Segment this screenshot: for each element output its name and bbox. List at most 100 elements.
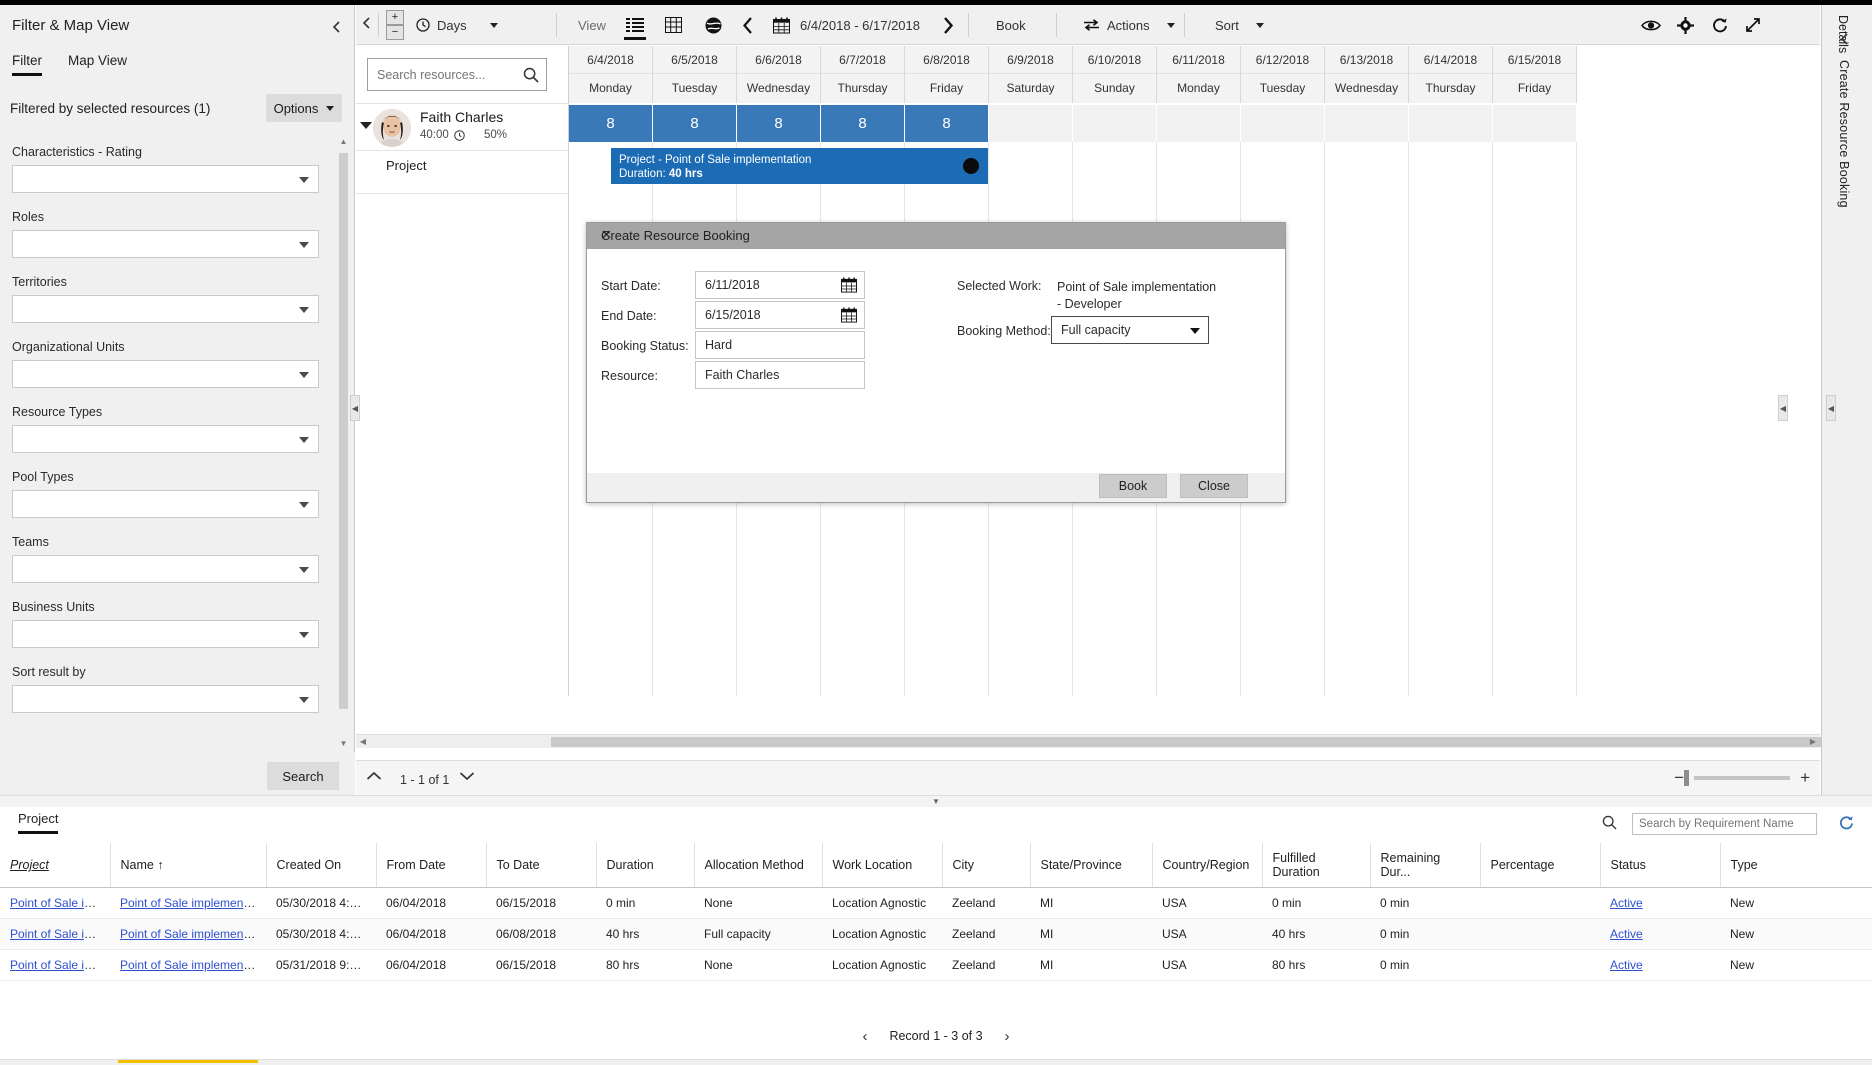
table-row[interactable]: Point of Sale im... Point of Sale impleme… (0, 949, 1872, 981)
options-button[interactable]: Options (266, 94, 342, 122)
capacity-cell[interactable] (1493, 105, 1577, 142)
timeline-zoom-control[interactable]: − + (1674, 769, 1810, 786)
zoom-slider-knob[interactable] (1684, 770, 1690, 786)
table-cell-name[interactable]: Point of Sale implementation (110, 887, 266, 919)
scale-selector[interactable]: Days (412, 5, 502, 45)
capacity-cell[interactable]: 8 (737, 105, 821, 142)
capacity-cell[interactable]: 8 (653, 105, 737, 142)
column-header[interactable]: From Date (376, 843, 487, 888)
grid-cell[interactable] (1409, 142, 1493, 696)
grid-cell[interactable] (1325, 142, 1409, 696)
capacity-cell[interactable]: 8 (569, 105, 653, 142)
filter-field-select[interactable] (12, 165, 319, 193)
prev-period-button[interactable] (731, 5, 765, 45)
board-resize-grip[interactable]: ◀ (1778, 395, 1788, 421)
cell-link[interactable]: Point of Sale implementation (120, 896, 266, 910)
table-cell-status[interactable]: Active (1600, 949, 1720, 981)
actions-menu[interactable]: Actions (1079, 5, 1179, 45)
filter-field-select[interactable] (12, 555, 319, 583)
filter-field-select[interactable] (12, 425, 319, 453)
table-row[interactable]: Point of Sale im... Point of Sale impleme… (0, 918, 1872, 950)
grid-cell[interactable] (1493, 142, 1577, 696)
cell-link[interactable]: Point of Sale im... (10, 958, 104, 972)
column-header[interactable]: Type (1720, 843, 1872, 888)
table-cell-name[interactable]: Point of Sale implementatio... (110, 949, 266, 981)
table-cell-status[interactable]: Active (1600, 887, 1720, 919)
column-header[interactable]: Allocation Method (694, 843, 823, 888)
table-cell-name[interactable]: Point of Sale implementatio... (110, 918, 266, 950)
capacity-cell[interactable] (1073, 105, 1157, 142)
column-header[interactable]: Work Location (822, 843, 943, 888)
tab-map-view[interactable]: Map View (68, 53, 127, 76)
refresh-icon[interactable] (1702, 5, 1736, 45)
page-down-icon[interactable] (459, 771, 481, 791)
list-view-icon[interactable] (618, 5, 652, 45)
hscroll-thumb[interactable] (551, 737, 1872, 747)
date-range-label[interactable]: 6/4/2018 - 6/17/2018 (796, 5, 924, 45)
grid-view-icon[interactable] (656, 5, 690, 45)
gear-icon[interactable] (1668, 5, 1702, 45)
scroll-down-icon[interactable]: ▼ (339, 737, 348, 751)
calendar-icon[interactable] (764, 5, 798, 45)
tab-filter[interactable]: Filter (12, 53, 42, 76)
close-button[interactable]: Close (1180, 474, 1248, 498)
left-panel-resize-grip[interactable]: ◀ (350, 395, 360, 421)
filter-field-select[interactable] (12, 620, 319, 648)
horizontal-splitter[interactable]: ▼ (0, 795, 1872, 807)
column-header[interactable]: Created On (266, 843, 377, 888)
column-header[interactable]: Status (1600, 843, 1721, 888)
zoom-in-icon[interactable]: + (1800, 769, 1810, 786)
zoom-stepper[interactable]: + − (386, 10, 406, 42)
cell-link[interactable]: Active (1610, 958, 1643, 972)
capacity-cell[interactable] (1157, 105, 1241, 142)
capacity-cell[interactable] (1325, 105, 1409, 142)
booking-status-input[interactable]: Hard (695, 331, 865, 359)
scroll-up-icon[interactable]: ▲ (339, 135, 348, 149)
next-period-button[interactable] (931, 5, 965, 45)
zoom-slider-track[interactable] (1684, 770, 1791, 786)
zoom-in-button[interactable]: + (386, 10, 404, 25)
search-icon[interactable] (1602, 815, 1617, 830)
filter-field-select[interactable] (12, 360, 319, 388)
tab-project[interactable]: Project (18, 811, 59, 834)
cell-link[interactable]: Active (1610, 896, 1643, 910)
cell-link[interactable]: Point of Sale implementatio... (120, 958, 266, 972)
table-cell-project[interactable]: Point of Sale im... (0, 949, 110, 981)
filter-field-select[interactable] (12, 490, 319, 518)
book-button[interactable]: Book (992, 5, 1030, 45)
book-button[interactable]: Book (1099, 474, 1167, 498)
booking-bar[interactable]: Project - Point of Sale implementation D… (611, 148, 988, 184)
resource-sub-row[interactable]: Project (356, 152, 568, 194)
column-header[interactable]: State/Province (1030, 843, 1153, 888)
collapse-filter-panel-icon[interactable] (328, 19, 344, 35)
sort-menu[interactable]: Sort (1211, 5, 1268, 45)
column-header[interactable]: City (942, 843, 1031, 888)
expand-resource-icon[interactable] (360, 122, 372, 129)
capacity-cell[interactable] (1241, 105, 1325, 142)
table-cell-project[interactable]: Point of Sale im... (0, 918, 110, 950)
refresh-icon[interactable] (1838, 815, 1854, 831)
hscroll-right-icon[interactable]: ▶ (1806, 735, 1820, 748)
scrollbar-thumb[interactable] (339, 153, 348, 709)
filter-field-select[interactable] (12, 295, 319, 323)
column-header[interactable]: Percentage (1480, 843, 1601, 888)
resource-input[interactable]: Faith Charles (695, 361, 865, 389)
table-cell-status[interactable]: Active (1600, 918, 1720, 950)
resource-search-box[interactable] (367, 58, 547, 91)
requirement-search-input[interactable] (1633, 814, 1813, 834)
column-header[interactable]: Remaining Dur... (1370, 843, 1481, 888)
end-date-input[interactable]: 6/15/2018 (695, 301, 865, 329)
column-header[interactable]: Country/Region (1152, 843, 1263, 888)
start-date-input[interactable]: 6/11/2018 (695, 271, 865, 299)
table-cell-project[interactable]: Point of Sale im... (0, 887, 110, 919)
cell-link[interactable]: Point of Sale im... (10, 896, 104, 910)
booking-method-select[interactable]: Full capacity (1051, 316, 1209, 344)
search-button[interactable]: Search (267, 762, 339, 790)
details-resize-grip[interactable]: ◀ (1826, 395, 1836, 421)
column-header[interactable]: To Date (486, 843, 597, 888)
globe-icon[interactable] (696, 5, 730, 45)
zoom-out-button[interactable]: − (386, 25, 404, 40)
calendar-icon[interactable] (841, 277, 857, 293)
resource-row[interactable]: Faith Charles 40:00 50% (356, 103, 568, 151)
prev-record-icon[interactable]: ‹ (862, 1028, 867, 1045)
